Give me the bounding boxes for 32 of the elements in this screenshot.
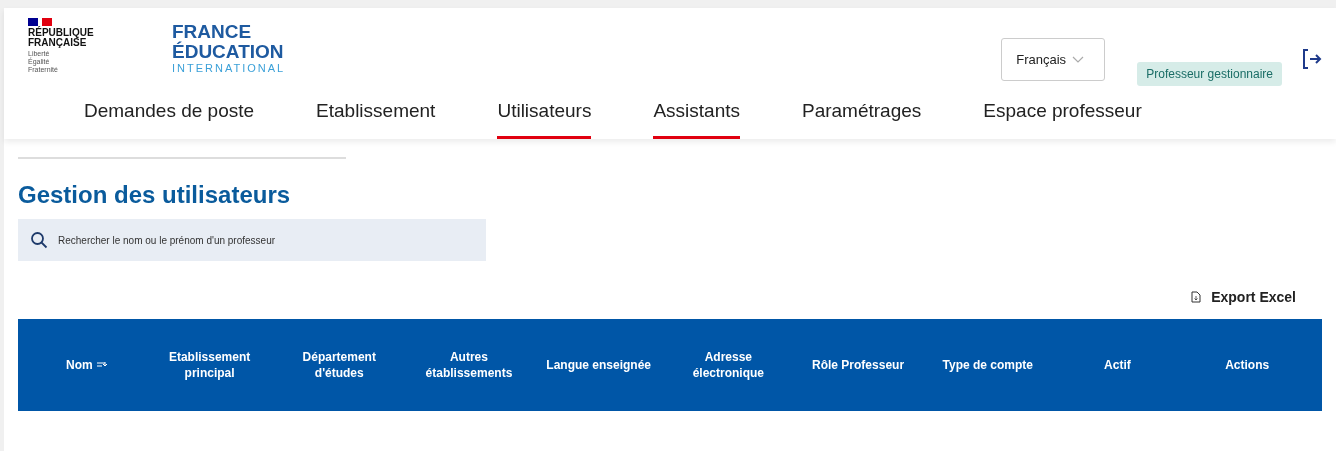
- logout-icon[interactable]: [1302, 48, 1322, 70]
- language-select[interactable]: Français: [1001, 38, 1106, 81]
- page-title: Gestion des utilisateurs: [18, 181, 292, 209]
- brand-text: INTERNATIONAL: [172, 62, 286, 75]
- export-button[interactable]: Export Excel: [1191, 289, 1296, 305]
- column-header: Autres établissements: [424, 349, 514, 381]
- logo-text: FRANÇAISE: [28, 38, 87, 48]
- file-icon: [1191, 291, 1202, 303]
- column-header[interactable]: Nom: [28, 357, 145, 373]
- column-header: Type de compte: [941, 357, 1034, 373]
- nav-tab[interactable]: Assistants: [653, 92, 740, 139]
- chevron-icon: [1072, 56, 1085, 63]
- nav-tab[interactable]: Etablissement: [316, 92, 436, 139]
- logo-text: RÉPUBLIQUE: [28, 28, 95, 38]
- column-header: Rôle Professeur: [811, 357, 906, 373]
- column-header: Actions: [1224, 357, 1271, 373]
- nav-tab[interactable]: Demandes de poste: [84, 92, 255, 139]
- brand-text: ÉDUCATION: [172, 42, 285, 62]
- nav-tab[interactable]: Utilisateurs: [497, 92, 592, 139]
- column-header: Adresse électronique: [691, 349, 766, 381]
- column-header: Actif: [1103, 357, 1132, 373]
- column-header: Etablissement principal: [167, 349, 252, 381]
- flag-icon: [28, 18, 52, 26]
- sort-icon[interactable]: [96, 361, 107, 369]
- search-field[interactable]: Rechercher le nom ou le prénom d'un professeur: [18, 219, 486, 261]
- search-icon: [30, 231, 48, 249]
- brand-text: FRANCE: [172, 22, 252, 42]
- nav-tab[interactable]: Paramétrages: [802, 92, 922, 139]
- column-header: Langue enseignée: [545, 357, 652, 373]
- column-header: Département d'études: [301, 349, 377, 381]
- role-badge: Professeur gestionnaire: [1137, 62, 1282, 86]
- nav-tab[interactable]: Espace professeur: [983, 92, 1142, 139]
